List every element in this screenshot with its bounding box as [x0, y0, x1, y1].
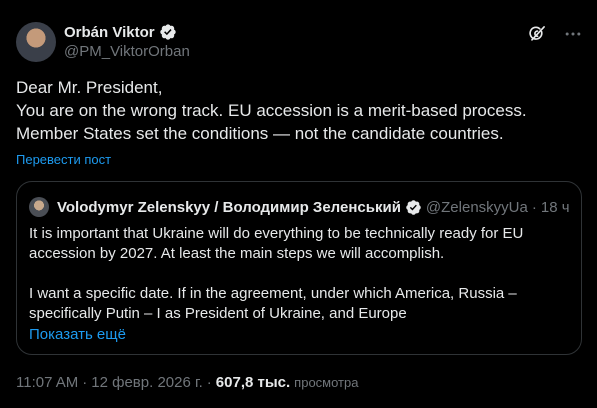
quoted-paragraph: It is important that Ukraine will do eve… — [29, 225, 524, 262]
grok-icon[interactable] — [527, 24, 547, 44]
post-meta: 11:07 AM · 12 февр. 2026 г. · 607,8 тыс.… — [16, 374, 358, 391]
post-line: Member States set the conditions — not t… — [16, 124, 504, 143]
quoted-post[interactable]: Volodymyr Zelenskyy / Володимир Зеленськ… — [16, 181, 582, 355]
separator-dot: · — [531, 198, 537, 216]
views-count[interactable]: 607,8 тыс. — [216, 374, 290, 391]
post-line: You are on the wrong track. EU accession… — [16, 101, 527, 120]
separator-dot: · — [206, 374, 212, 391]
author-name-row: Orbán Viktor — [64, 22, 190, 42]
more-options-icon[interactable] — [563, 24, 583, 44]
quoted-author-avatar[interactable] — [29, 197, 49, 217]
post-date[interactable]: 12 февр. 2026 г. — [91, 374, 203, 391]
verified-badge-icon — [159, 24, 176, 40]
quoted-paragraph: I want a specific date. If in the agreem… — [29, 285, 517, 322]
show-more-link[interactable]: Показать ещё — [29, 326, 126, 343]
post-text: Dear Mr. President, You are on the wrong… — [16, 76, 586, 145]
author-names: Orbán Viktor @PM_ViktorOrban — [64, 18, 190, 61]
author-avatar[interactable] — [16, 22, 56, 62]
quoted-author-display-name[interactable]: Volodymyr Zelenskyy / Володимир Зеленськ… — [57, 199, 401, 216]
quoted-author-handle[interactable]: @ZelenskyyUa — [426, 199, 528, 216]
translate-post-link[interactable]: Перевести пост — [16, 152, 111, 167]
verified-badge-icon — [406, 199, 421, 215]
views-label: просмотра — [294, 375, 359, 390]
separator-dot: · — [82, 374, 88, 391]
post-line: Dear Mr. President, — [16, 78, 163, 97]
quoted-post-text: It is important that Ukraine will do eve… — [29, 224, 569, 324]
post-time[interactable]: 11:07 AM — [16, 374, 78, 391]
author-display-name[interactable]: Orbán Viktor — [64, 24, 155, 41]
quoted-post-time[interactable]: 18 ч — [541, 199, 570, 216]
author-handle[interactable]: @PM_ViktorOrban — [64, 43, 190, 60]
quoted-post-header: Volodymyr Zelenskyy / Володимир Зеленськ… — [29, 196, 570, 218]
post: Orbán Viktor @PM_ViktorOrban Dear Mr. Pr… — [0, 0, 597, 408]
post-header: Orbán Viktor @PM_ViktorOrban — [16, 18, 583, 64]
header-actions — [527, 24, 583, 44]
